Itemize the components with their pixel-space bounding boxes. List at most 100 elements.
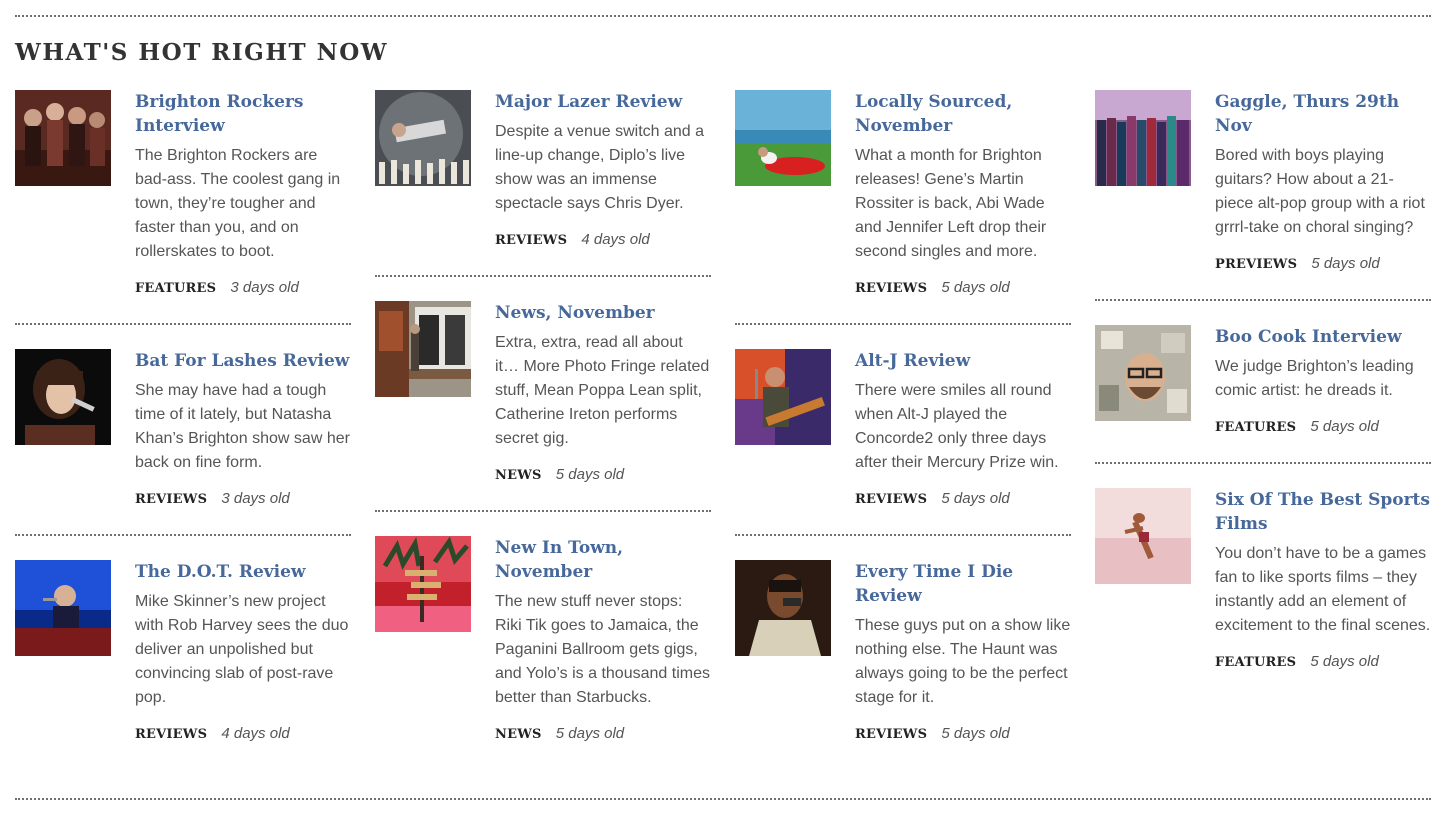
- article-age: 3 days old: [230, 279, 299, 296]
- article-thumbnail[interactable]: [375, 301, 471, 397]
- article-thumbnail[interactable]: [735, 90, 831, 186]
- list-item: News, November Extra, extra, read all ab…: [375, 301, 711, 486]
- article-age: 5 days old: [941, 279, 1010, 296]
- bat-for-lashes-photo: [15, 349, 111, 445]
- list-item: Boo Cook Interview We judge Brighton’s l…: [1095, 325, 1431, 438]
- article-age: 5 days old: [941, 490, 1010, 507]
- article-age: 4 days old: [581, 231, 650, 248]
- article-thumbnail[interactable]: [375, 536, 471, 632]
- article-meta: NEWS 5 days old: [495, 724, 711, 745]
- item-divider: [375, 510, 711, 512]
- article-description: Extra, extra, read all about it… More Ph…: [495, 334, 710, 447]
- article-thumbnail[interactable]: [735, 560, 831, 656]
- category-link[interactable]: FEATURES: [1215, 655, 1296, 670]
- article-meta: REVIEWS 5 days old: [855, 489, 1071, 510]
- article-age: 5 days old: [1311, 255, 1380, 272]
- article-description: Bored with boys playing guitars? How abo…: [1215, 147, 1425, 236]
- article-description: The new stuff never stops: Riki Tik goes…: [495, 593, 710, 706]
- article-thumbnail[interactable]: [15, 349, 111, 445]
- article-thumbnail[interactable]: [1095, 325, 1191, 421]
- list-item: Gaggle, Thurs 29th Nov Bored with boys p…: [1095, 90, 1431, 275]
- article-title[interactable]: Every Time I Die Review: [855, 560, 1071, 608]
- article-age: 4 days old: [221, 725, 290, 742]
- column-1: Brighton Rockers Interview The Brighton …: [15, 89, 351, 745]
- article-meta: REVIEWS 4 days old: [495, 230, 711, 251]
- article-description: She may have had a tough time of it late…: [135, 382, 350, 471]
- top-divider: [15, 15, 1431, 17]
- item-divider: [15, 534, 351, 536]
- article-age: 5 days old: [1310, 418, 1379, 435]
- locally-sourced-photo: [735, 90, 831, 186]
- boo-cook-photo: [1095, 325, 1191, 421]
- article-thumbnail[interactable]: [15, 560, 111, 656]
- news-november-photo: [375, 301, 471, 397]
- list-item: Every Time I Die Review These guys put o…: [735, 560, 1071, 745]
- article-description: What a month for Brighton releases! Gene…: [855, 147, 1047, 260]
- column-2: Major Lazer Review Despite a venue switc…: [375, 89, 711, 745]
- article-meta: FEATURES 5 days old: [1215, 652, 1431, 673]
- article-title[interactable]: News, November: [495, 301, 711, 325]
- item-divider: [15, 323, 351, 325]
- category-link[interactable]: REVIEWS: [135, 492, 207, 507]
- item-divider: [735, 534, 1071, 536]
- category-link[interactable]: NEWS: [495, 468, 542, 483]
- article-description: You don’t have to be a games fan to like…: [1215, 545, 1431, 634]
- article-age: 5 days old: [555, 725, 625, 742]
- article-thumbnail[interactable]: [1095, 488, 1191, 584]
- list-item: New In Town, November The new stuff neve…: [375, 536, 711, 745]
- bottom-divider: [15, 798, 1431, 800]
- dot-photo: [15, 560, 111, 656]
- article-thumbnail[interactable]: [15, 90, 111, 186]
- article-description: The Brighton Rockers are bad-ass. The co…: [135, 147, 341, 260]
- article-description: Mike Skinner’s new project with Rob Harv…: [135, 593, 349, 706]
- category-link[interactable]: REVIEWS: [855, 727, 927, 742]
- article-title[interactable]: Gaggle, Thurs 29th Nov: [1215, 90, 1431, 138]
- list-item: Major Lazer Review Despite a venue switc…: [375, 90, 711, 251]
- column-3: Locally Sourced, November What a month f…: [735, 89, 1071, 745]
- article-age: 5 days old: [555, 466, 625, 483]
- item-divider: [1095, 462, 1431, 464]
- sports-films-photo: [1095, 488, 1191, 584]
- article-meta: REVIEWS 5 days old: [855, 724, 1071, 745]
- list-item: The D.O.T. Review Mike Skinner’s new pro…: [15, 560, 351, 745]
- article-thumbnail[interactable]: [735, 349, 831, 445]
- list-item: Locally Sourced, November What a month f…: [735, 90, 1071, 299]
- column-4: Gaggle, Thurs 29th Nov Bored with boys p…: [1095, 89, 1431, 673]
- article-title[interactable]: Boo Cook Interview: [1215, 325, 1431, 349]
- category-link[interactable]: REVIEWS: [495, 233, 567, 248]
- article-title[interactable]: The D.O.T. Review: [135, 560, 351, 584]
- category-link[interactable]: REVIEWS: [855, 281, 927, 296]
- brighton-rockers-photo: [15, 90, 111, 186]
- article-title[interactable]: Locally Sourced, November: [855, 90, 1071, 138]
- item-divider: [735, 323, 1071, 325]
- article-age: 5 days old: [1310, 653, 1379, 670]
- every-time-i-die-photo: [735, 560, 831, 656]
- article-description: Despite a venue switch and a line-up cha…: [495, 123, 705, 212]
- category-link[interactable]: FEATURES: [1215, 420, 1296, 435]
- alt-j-photo: [735, 349, 831, 445]
- category-link[interactable]: REVIEWS: [135, 727, 207, 742]
- article-meta: REVIEWS 4 days old: [135, 724, 351, 745]
- article-thumbnail[interactable]: [1095, 90, 1191, 186]
- item-divider: [1095, 299, 1431, 301]
- article-title[interactable]: New In Town, November: [495, 536, 711, 584]
- article-meta: PREVIEWS 5 days old: [1215, 254, 1431, 275]
- article-title[interactable]: Alt-J Review: [855, 349, 1071, 373]
- article-title[interactable]: Major Lazer Review: [495, 90, 711, 114]
- article-age: 3 days old: [221, 490, 290, 507]
- article-description: We judge Brighton’s leading comic artist…: [1215, 358, 1414, 399]
- article-title[interactable]: Brighton Rockers Interview: [135, 90, 351, 138]
- category-link[interactable]: PREVIEWS: [1215, 257, 1297, 272]
- article-meta: FEATURES 5 days old: [1215, 417, 1431, 438]
- list-item: Alt-J Review There were smiles all round…: [735, 349, 1071, 510]
- article-age: 5 days old: [941, 725, 1010, 742]
- article-title[interactable]: Six Of The Best Sports Films: [1215, 488, 1431, 536]
- article-description: There were smiles all round when Alt-J p…: [855, 382, 1059, 471]
- article-thumbnail[interactable]: [375, 90, 471, 186]
- article-title[interactable]: Bat For Lashes Review: [135, 349, 351, 373]
- article-meta: FEATURES 3 days old: [135, 278, 351, 299]
- category-link[interactable]: FEATURES: [135, 281, 216, 296]
- category-link[interactable]: NEWS: [495, 727, 542, 742]
- category-link[interactable]: REVIEWS: [855, 492, 927, 507]
- list-item: Bat For Lashes Review She may have had a…: [15, 349, 351, 510]
